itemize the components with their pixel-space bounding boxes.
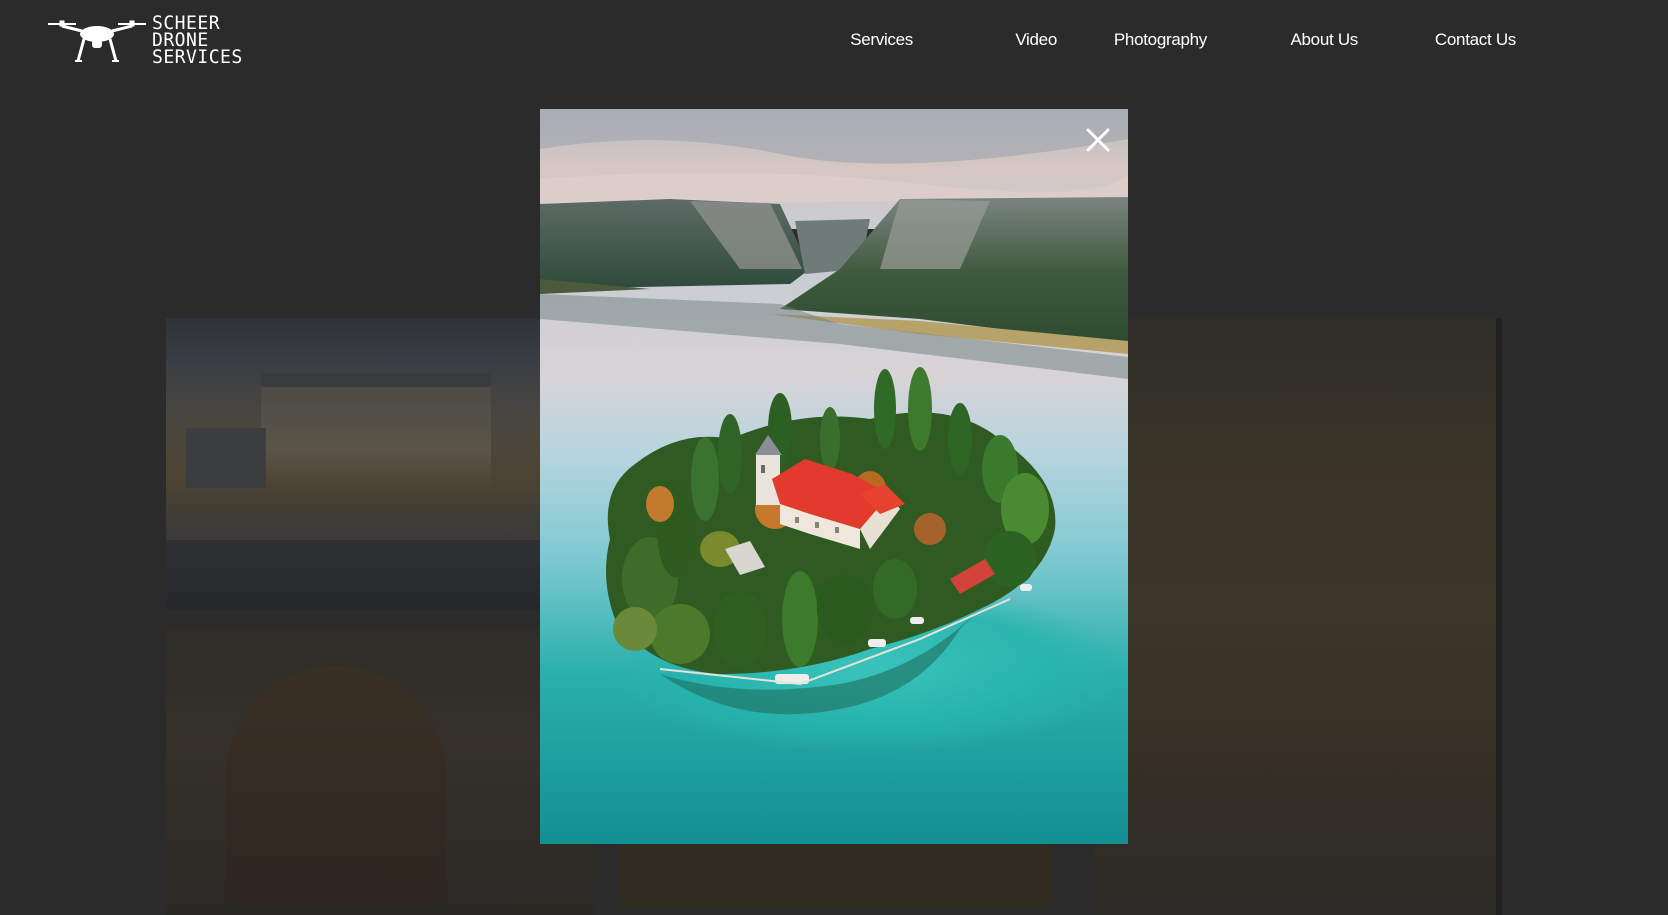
nav-item-photography[interactable]: Photography [1114,30,1207,50]
close-lightbox-button[interactable] [1084,126,1112,154]
lightbox-photo [540,109,1128,844]
nav-item-video[interactable]: Video [1015,30,1057,50]
photo-edge-shadow [1496,318,1502,915]
close-icon [1086,128,1110,152]
gallery-photo-landscape[interactable] [1094,318,1502,915]
side-building [186,428,266,488]
a-frame-cabin [226,666,446,906]
water-area [166,540,540,610]
brand-logo[interactable]: SCHEER DRONE SERVICES [46,12,256,68]
hotel-building [261,373,491,493]
nav-item-about-us[interactable]: About Us [1290,30,1358,50]
drone-icon [48,20,146,62]
brand-wordmark: SCHEER DRONE SERVICES [152,13,243,68]
nav-item-contact-us[interactable]: Contact Us [1435,30,1516,50]
gallery-photo-hotel[interactable] [166,318,540,610]
site-header: SCHEER DRONE SERVICES Services Video Pho… [0,0,1668,86]
gallery-photo-cabin[interactable] [166,626,596,915]
island-monastery-photo [540,109,1128,844]
brand-line-3: SERVICES [152,45,243,68]
nav-item-services[interactable]: Services [850,30,913,50]
